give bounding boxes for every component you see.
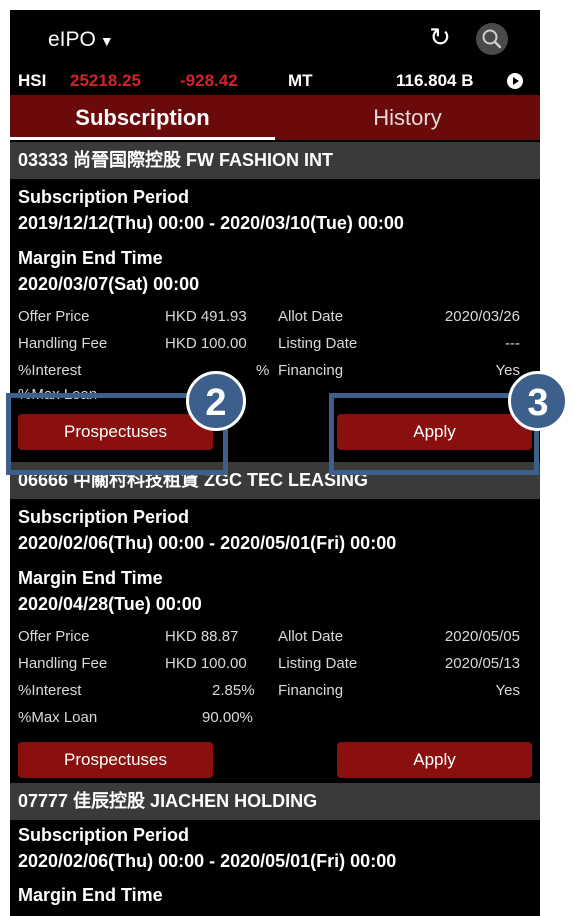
top-bar: eIPO ▼ ↻: [10, 10, 540, 66]
interest-value: %: [256, 362, 270, 379]
offer-price-value: HKD 491.93: [165, 308, 247, 325]
financing-value: Yes: [495, 682, 520, 699]
listing-date-value: ---: [505, 335, 520, 352]
allot-date-value: 2020/05/05: [444, 628, 520, 645]
subscription-period-label: Subscription Period: [18, 825, 190, 845]
chevron-down-icon: ▼: [99, 33, 114, 49]
handling-fee-value: HKD 100.00: [165, 335, 247, 352]
subscription-period-value: 2019/12/12(Thu) 00:00 - 2020/03/10(Tue) …: [18, 213, 404, 233]
interest-label: %Interest: [18, 682, 82, 699]
ipo-card: 07777 佳辰控股 JIACHEN HOLDING Subscription …: [10, 783, 540, 916]
tab-subscription[interactable]: Subscription: [10, 95, 275, 140]
apply-button[interactable]: Apply: [337, 742, 532, 778]
ipo-code-name: 03333 尚晉国際控股 FW FASHION INT: [10, 142, 540, 179]
interest-label: %Interest: [18, 362, 82, 379]
listing-date-label: Listing Date: [278, 335, 358, 352]
search-icon: [482, 29, 502, 49]
max-loan-value: 90.00%: [202, 709, 253, 726]
prospectuses-button[interactable]: Prospectuses: [18, 742, 213, 778]
callout-badge-3: 3: [508, 371, 568, 431]
offer-price-label: Offer Price: [18, 628, 90, 645]
app-title: eIPO: [48, 28, 96, 51]
financing-value: Yes: [495, 362, 520, 379]
index-value: 25218.25: [70, 71, 141, 90]
allot-date-label: Allot Date: [278, 308, 344, 325]
subscription-period-value: 2020/02/06(Thu) 00:00 - 2020/05/01(Fri) …: [18, 851, 397, 871]
handling-fee-value: HKD 100.00: [165, 655, 247, 672]
subscription-period-value: 2020/02/06(Thu) 00:00 - 2020/05/01(Fri) …: [18, 533, 397, 553]
margin-end-label: Margin End Time: [18, 568, 163, 588]
margin-end-label: Margin End Time: [18, 248, 163, 268]
market-ticker: HSI 25218.25 -928.42 MT 116.804 B: [10, 67, 540, 95]
margin-end-value: 2020/04/28(Tue) 00:00: [18, 594, 202, 614]
listing-date-value: 2020/05/13: [444, 655, 520, 672]
search-button[interactable]: [476, 23, 508, 55]
handling-fee-label: Handling Fee: [18, 655, 108, 672]
app-title-dropdown[interactable]: eIPO ▼: [48, 28, 114, 52]
ipo-code-name: 07777 佳辰控股 JIACHEN HOLDING: [10, 783, 540, 820]
callout-badge-2: 2: [186, 371, 246, 431]
offer-price-label: Offer Price: [18, 308, 90, 325]
tab-history[interactable]: History: [275, 95, 540, 140]
handling-fee-label: Handling Fee: [18, 335, 108, 352]
ipo-card: 06666 中關村科技租賃 ZGC TEC LEASING Subscripti…: [10, 462, 540, 780]
financing-label: Financing: [278, 682, 344, 699]
offer-price-value: HKD 88.87: [165, 628, 239, 645]
max-loan-label: %Max Loan: [18, 709, 98, 726]
allot-date-value: 2020/03/26: [444, 308, 520, 325]
subscription-period-label: Subscription Period: [18, 507, 190, 527]
market-turnover-value: 116.804 B: [396, 71, 474, 90]
allot-date-label: Allot Date: [278, 628, 344, 645]
index-name: HSI: [18, 71, 47, 90]
interest-value: 2.85%: [212, 682, 255, 699]
listing-date-label: Listing Date: [278, 655, 358, 672]
margin-end-value: 2020/03/07(Sat) 00:00: [18, 274, 200, 294]
refresh-icon[interactable]: ↻: [425, 22, 455, 52]
financing-label: Financing: [278, 362, 344, 379]
tab-bar: Subscription History: [10, 95, 540, 140]
play-icon[interactable]: [507, 73, 523, 89]
margin-end-label: Margin End Time: [18, 885, 163, 905]
market-turnover-label: MT: [288, 71, 313, 90]
index-change: -928.42: [180, 71, 238, 90]
subscription-period-label: Subscription Period: [18, 187, 190, 207]
